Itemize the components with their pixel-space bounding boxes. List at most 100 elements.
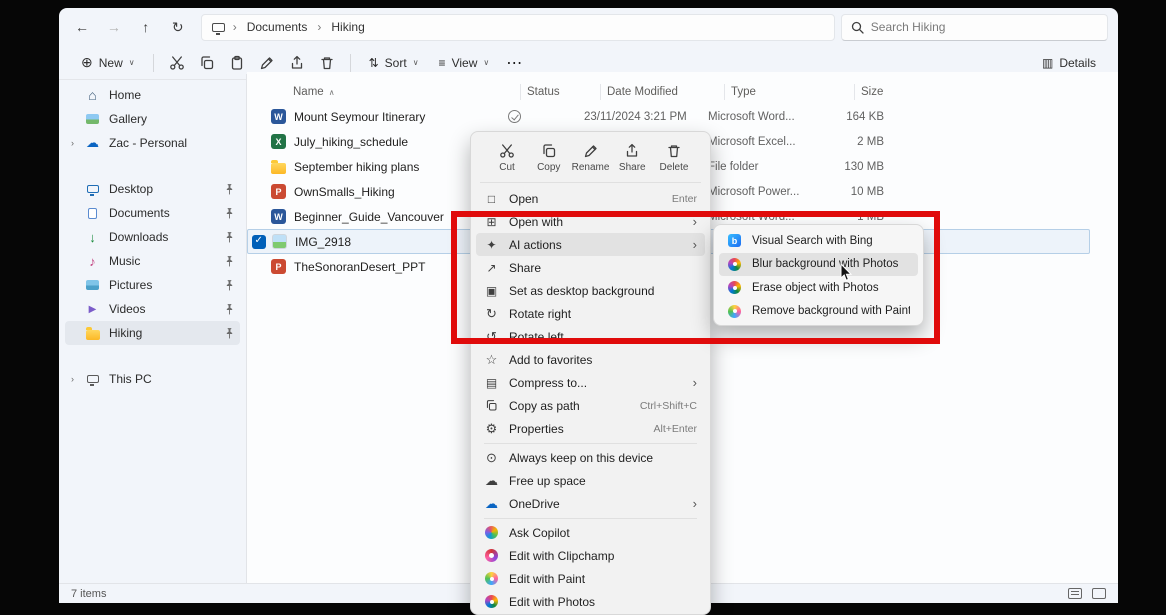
documents-icon [88,208,97,219]
menu-item-open[interactable]: OpenEnter [476,187,705,210]
menu-item-edit-with-clipchamp[interactable]: Edit with Clipchamp [476,544,705,567]
view-button-label: View [452,56,478,70]
sidebar-item-onedrive-personal[interactable]: › Zac - Personal [65,131,240,155]
copy-icon [541,143,557,159]
details-button[interactable]: ▥ Details [1034,52,1104,74]
sort-arrows-icon: ⇅ [369,56,379,70]
word-file-icon [271,109,286,124]
column-header-name[interactable]: Name∧ [271,84,520,100]
sidebar-item-home[interactable]: Home [65,83,240,107]
excel-file-icon [271,134,286,149]
pin-icon [225,232,234,243]
expand-chevron-icon[interactable]: › [71,374,84,384]
delete-button[interactable]: Delete [655,140,693,176]
expand-chevron-icon[interactable]: › [71,138,84,148]
plus-icon: ⊕ [81,54,93,71]
column-header-size[interactable]: Size [854,84,904,100]
sidebar-item-label: Gallery [109,112,234,126]
sidebar-item-videos[interactable]: Videos [65,297,240,321]
pictures-icon [86,280,99,290]
chevron-down-icon: ∨ [413,58,419,67]
up-arrow-icon[interactable]: ↑ [133,14,159,40]
sidebar-item-label: Documents [109,206,219,220]
file-name: September hiking plans [294,160,419,174]
sidebar-item-gallery[interactable]: Gallery [65,107,240,131]
sort-button[interactable]: ⇅ Sort ∨ [361,52,427,74]
date-modified: 23/11/2024 3:21 PM [580,111,704,123]
music-icon [84,254,101,269]
search-box[interactable] [841,14,1108,41]
column-header-status[interactable]: Status [520,84,600,100]
refresh-icon[interactable]: ↻ [165,14,191,40]
file-size: 2 MB [834,136,884,148]
sidebar-item-hiking[interactable]: Hiking [65,321,240,345]
navigation-bar: ← → ↑ ↻ › Documents › Hiking [59,8,1118,46]
pin-icon [225,184,234,195]
sidebar-item-music[interactable]: Music [65,249,240,273]
menu-item-copy-as-path[interactable]: Copy as pathCtrl+Shift+C [476,394,705,417]
address-bar[interactable]: › Documents › Hiking [201,14,835,41]
sidebar-item-this-pc[interactable]: ›This PC [65,367,240,391]
cut-icon[interactable] [164,50,190,76]
sidebar-item-label: Hiking [109,326,219,340]
checkbox[interactable] [252,235,266,249]
cut-button[interactable]: Cut [488,140,526,176]
forward-arrow-icon[interactable]: → [101,14,127,40]
menu-item-compress-to[interactable]: Compress to...› [476,371,705,394]
copy-button[interactable]: Copy [530,140,568,176]
back-arrow-icon[interactable]: ← [69,14,95,40]
shortcut-label: Enter [672,193,697,205]
menu-item-properties[interactable]: PropertiesAlt+Enter [476,417,705,440]
search-input[interactable] [871,20,1071,34]
new-button[interactable]: ⊕ New ∨ [73,50,143,75]
sidebar-item-desktop[interactable]: Desktop [65,177,240,201]
large-icons-view-icon[interactable] [1092,588,1106,599]
context-menu: Cut Copy Rename Share Delete OpenEnter O… [470,131,711,615]
paste-icon[interactable] [224,50,250,76]
sidebar-section-gap [59,345,246,367]
menu-item-edit-with-paint[interactable]: Edit with Paint [476,567,705,590]
breadcrumb-hiking[interactable]: Hiking [327,19,368,35]
column-headers: Name∧ Status Date Modified Type Size [247,80,1118,104]
view-button[interactable]: ≡ View ∨ [431,52,498,74]
chevron-right-icon: › [317,20,321,34]
copilot-icon [485,526,498,539]
view-list-icon: ≡ [439,56,446,70]
column-header-type[interactable]: Type [724,84,854,100]
menu-item-always-keep-on-device[interactable]: Always keep on this device [476,446,705,469]
search-icon [851,21,864,34]
sidebar-item-label: Videos [109,302,219,316]
pc-icon [87,375,99,383]
menu-item-edit-with-photos[interactable]: Edit with Photos [476,590,705,613]
share-button[interactable]: Share [613,140,651,176]
menu-item-free-up-space[interactable]: Free up space [476,469,705,492]
copy-icon[interactable] [194,50,220,76]
sidebar-item-label: Zac - Personal [109,136,234,150]
new-button-label: New [99,56,123,70]
breadcrumb-documents[interactable]: Documents [243,19,312,35]
cut-icon [499,143,515,159]
file-type: Microsoft Word... [704,111,834,123]
file-name: Beginner_Guide_Vancouver [294,210,444,224]
items-count: 7 items [71,588,106,600]
sidebar-item-label: Home [109,88,234,102]
menu-item-onedrive[interactable]: OneDrive› [476,492,705,515]
sidebar-item-documents[interactable]: Documents [65,201,240,225]
details-view-icon[interactable] [1068,588,1082,599]
pin-icon [225,280,234,291]
rename-button[interactable]: Rename [572,140,610,176]
column-header-date-modified[interactable]: Date Modified [600,84,724,100]
annotation-highlight-rectangle [451,211,940,344]
sidebar-item-downloads[interactable]: Downloads [65,225,240,249]
toolbar-divider [153,54,154,72]
menu-item-ask-copilot[interactable]: Ask Copilot [476,521,705,544]
sidebar-item-pictures[interactable]: Pictures [65,273,240,297]
star-icon [484,352,499,367]
share-icon [624,143,640,159]
table-row[interactable]: Mount Seymour Itinerary 23/11/2024 3:21 … [247,104,1090,129]
menu-divider [480,182,701,183]
sidebar-item-label: Music [109,254,219,268]
file-name: OwnSmalls_Hiking [294,185,395,199]
file-size: 130 MB [834,161,884,173]
menu-item-add-to-favorites[interactable]: Add to favorites [476,348,705,371]
